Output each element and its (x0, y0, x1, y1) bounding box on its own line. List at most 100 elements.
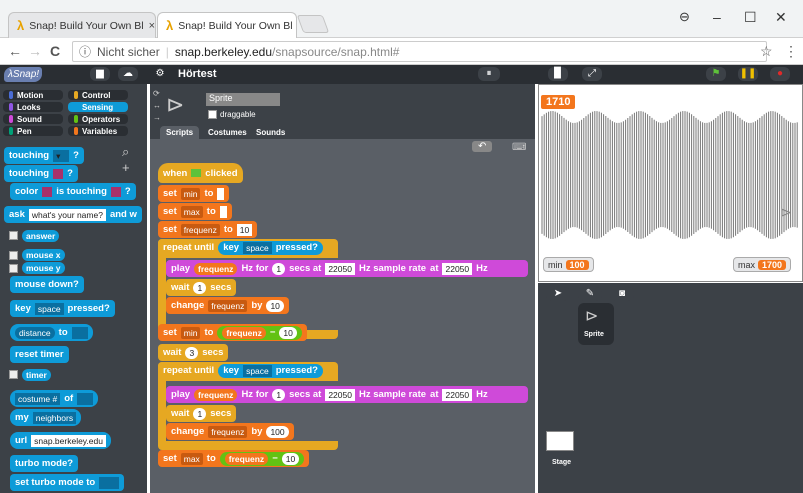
block-mouse-x[interactable]: mouse x (4, 249, 70, 261)
category-pen[interactable]: Pen (3, 126, 63, 136)
reload-button[interactable]: C (50, 43, 60, 59)
tab-close-icon[interactable]: × (149, 20, 155, 32)
add-turtle-sprite-icon[interactable]: ➤ (546, 287, 570, 301)
block-change-frequenz-2[interactable]: change frequenz by 100 (166, 423, 294, 440)
repeat-until-label: repeat until key space pressed? (158, 239, 328, 256)
browser-tab-2[interactable]: λ Snap! Build Your Own Bl × (157, 12, 297, 38)
pause-button[interactable]: ❚❚ (738, 67, 758, 81)
block-timer[interactable]: timer (4, 366, 56, 383)
block-set-min[interactable]: set min to (158, 185, 230, 202)
tab-costumes[interactable]: Costumes (208, 128, 247, 137)
stop-button[interactable]: ● (770, 67, 790, 81)
block-reset-timer[interactable]: reset timer (10, 346, 69, 363)
category-looks[interactable]: Looks (3, 102, 63, 112)
block-url[interactable]: url snap.berkeley.edu (10, 432, 111, 449)
block-attribute-of[interactable]: costume # of (10, 390, 99, 407)
block-palette: Motion Control Looks Sensing Sound Opera… (0, 84, 147, 493)
block-answer[interactable]: answer (4, 227, 64, 244)
block-wait-1[interactable]: wait 1 secs (166, 279, 237, 296)
draggable-checkbox[interactable]: draggable (208, 110, 256, 119)
block-set-turbo-mode[interactable]: set turbo mode to (10, 474, 125, 491)
block-my-neighbors[interactable]: my neighbors (10, 409, 82, 426)
block-change-frequenz-1[interactable]: change frequenz by 10 (166, 297, 289, 314)
block-mouse-down[interactable]: mouse down? (10, 276, 84, 293)
undo-icon[interactable]: ↶ (472, 141, 493, 152)
rotation-style-icon[interactable]: ⟳ (153, 89, 160, 98)
back-button[interactable]: ← (8, 43, 22, 59)
cloud-icon[interactable]: ☁ (118, 67, 138, 81)
bookmark-star-icon[interactable]: ☆ (760, 43, 773, 60)
scripts-area[interactable]: ↶ ⌨ when clicked set min to set max to set fre… (150, 139, 535, 493)
info-icon: ⓘ (79, 45, 92, 59)
block-set-frequenz[interactable]: set frequenz to 10 (158, 221, 258, 238)
block-touching-color[interactable]: touching? (4, 165, 78, 182)
presentation-mode-icon[interactable]: ⤢ (582, 67, 602, 81)
paint-brush-icon[interactable]: ✎ (578, 287, 602, 301)
stage-thumbnail[interactable] (546, 431, 574, 451)
snap-logo[interactable]: λSnap! (4, 67, 42, 82)
block-mouse-y[interactable]: mouse y (4, 262, 70, 274)
block-set-min-calc[interactable]: set min to frequenz −10 (158, 324, 307, 341)
sprite-arrow-icon: ⊳ (780, 204, 792, 220)
block-ask-and-wait[interactable]: ask what's your name? and w (4, 206, 142, 223)
maximize-button[interactable]: ☐ (744, 9, 757, 26)
normal-stage-icon[interactable]: ▉ (548, 67, 568, 81)
close-window-button[interactable]: ✕ (775, 9, 787, 26)
browser-tab-bar: λ Snap! Build Your Own Bl × λ Snap! Buil… (0, 0, 803, 38)
block-set-max-calc[interactable]: set max to frequenz −10 (158, 450, 310, 467)
address-bar-row: ← → C ⓘ Nicht sicher | snap.berkeley.edu… (0, 38, 803, 65)
camera-icon[interactable]: ◙ (610, 287, 634, 301)
block-key-pressed[interactable]: key space pressed? (10, 300, 115, 317)
category-operators[interactable]: Operators (68, 114, 128, 124)
tab-sounds[interactable]: Sounds (256, 128, 285, 137)
stage-controls-bar: ▉ ⤢ ⚑ ❚❚ ● (538, 65, 803, 84)
block-wait-3[interactable]: wait 3 secs (158, 344, 229, 361)
keyboard-icon[interactable]: ⌨ (512, 142, 526, 153)
tab-scripts[interactable]: Scripts (160, 126, 200, 139)
no-rotation-icon[interactable]: → (153, 113, 161, 122)
sprite-header: ⟳ ↔ → ⊳ Sprite draggable Scripts Costume… (150, 84, 535, 139)
waveform-drawing (541, 111, 798, 239)
sprite-corral: ➤ ✎ ◙ ⊳ Sprite Stage (538, 283, 803, 493)
block-wait-1b[interactable]: wait 1 secs (166, 405, 237, 422)
new-tab-button[interactable] (296, 15, 330, 33)
category-motion[interactable]: Motion (3, 90, 63, 100)
category-variables[interactable]: Variables (68, 126, 128, 136)
search-icon[interactable]: ⌕ (122, 144, 129, 160)
corral-sprite-label: Sprite (584, 331, 604, 338)
address-input[interactable]: ⓘ Nicht sicher | snap.berkeley.edu/snaps… (72, 41, 767, 62)
tab-title: Snap! Build Your Own Bl (29, 19, 144, 32)
category-sensing[interactable]: Sensing (68, 102, 128, 112)
minimize-button[interactable]: – (713, 9, 721, 25)
block-touching[interactable]: touching ▾? (4, 147, 84, 164)
category-control[interactable]: Control (68, 90, 128, 100)
block-turbo-mode[interactable]: turbo mode? (10, 455, 79, 472)
settings-gear-icon[interactable]: ⚙ (150, 67, 170, 81)
profile-icon[interactable]: ⊖ (679, 9, 690, 25)
block-when-flag-clicked[interactable]: when clicked (158, 163, 243, 183)
sprite-rotation-icon[interactable]: ⏸ (478, 67, 500, 81)
block-color-touching[interactable]: color is touching? (10, 183, 136, 200)
corral-sprite[interactable]: ⊳ Sprite (578, 303, 614, 345)
green-flag-button[interactable]: ⚑ (706, 67, 726, 81)
max-watcher: max 1700 (733, 257, 792, 272)
file-icon[interactable]: ▆ (90, 67, 110, 81)
snap-favicon-icon: λ (166, 18, 174, 33)
browser-tab-1[interactable]: λ Snap! Build Your Own Bl × (8, 12, 156, 38)
make-block-icon[interactable]: + (122, 160, 130, 175)
sprite-name-input[interactable]: Sprite (206, 93, 280, 106)
snap-favicon-icon: λ (17, 18, 25, 33)
forward-button[interactable]: → (28, 43, 42, 59)
divider: | (165, 44, 169, 59)
browser-menu-icon[interactable]: ⋮ (784, 43, 798, 60)
block-play-frequency-1[interactable]: play frequenz Hz for 1 secs at 22050 Hz sample… (166, 260, 528, 277)
block-distance-to[interactable]: distance to (10, 324, 93, 341)
tab-title: Snap! Build Your Own Bl (178, 19, 293, 32)
block-play-frequency-2[interactable]: play frequenz Hz for 1 secs at 22050 Hz sample… (166, 386, 528, 403)
url-path: /snapsource/snap.html# (272, 44, 400, 59)
rotation-lr-icon[interactable]: ↔ (153, 101, 161, 110)
category-sound[interactable]: Sound (3, 114, 63, 124)
block-set-max[interactable]: set max to (158, 203, 232, 220)
repeat-until-label: repeat until key space pressed? (158, 362, 328, 379)
stage-label: Stage (552, 459, 572, 466)
